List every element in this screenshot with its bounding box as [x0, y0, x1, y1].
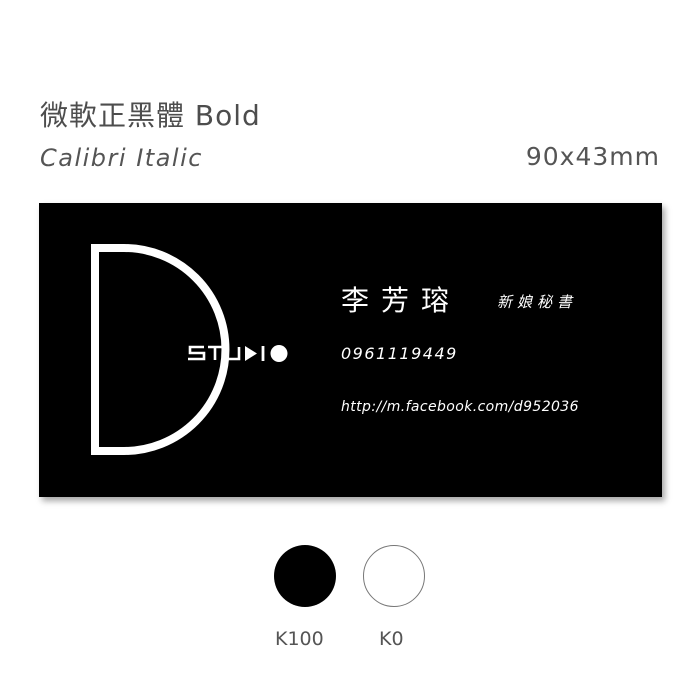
business-card: 李芳瑢 新娘秘書 0961119449 http://m.facebook.co… — [39, 203, 662, 497]
swatch-label-k0: K0 — [379, 628, 404, 650]
person-title: 新娘秘書 — [497, 293, 578, 311]
phone-number: 0961119449 — [341, 344, 458, 363]
color-swatch-k0 — [363, 545, 425, 607]
facebook-url: http://m.facebook.com/d952036 — [341, 399, 579, 415]
color-swatch-k100 — [274, 545, 336, 607]
card-size: 90x43mm — [525, 142, 660, 171]
font-name-primary: 微軟正黑體 Bold — [40, 99, 261, 132]
studio-logo — [91, 244, 288, 455]
swatch-label-k100: K100 — [275, 628, 324, 650]
person-name: 李芳瑢 — [341, 284, 462, 317]
font-name-secondary: Calibri Italic — [40, 144, 203, 172]
